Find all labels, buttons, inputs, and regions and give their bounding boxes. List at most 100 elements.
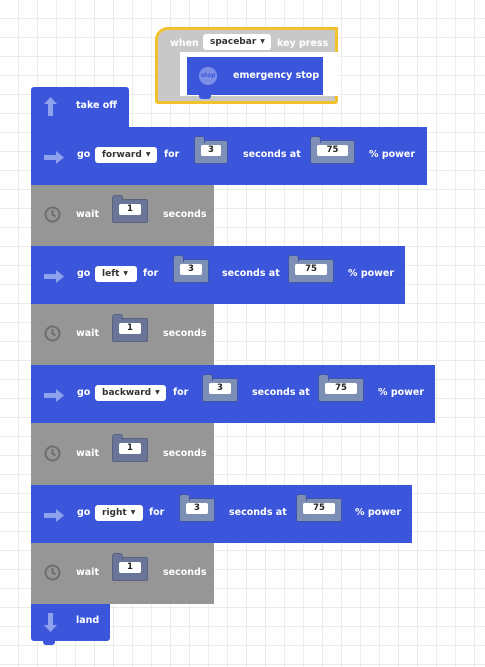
input-tab bbox=[194, 136, 205, 143]
for-label: for bbox=[173, 387, 189, 398]
up-arrow-icon bbox=[44, 97, 57, 120]
duration-input[interactable]: 3 bbox=[194, 136, 228, 164]
wait-duration-input[interactable]: 1 bbox=[112, 553, 148, 581]
key-select-dropdown[interactable]: spacebar ▼ bbox=[203, 34, 271, 50]
for-label: for bbox=[143, 268, 159, 279]
wait-duration-input[interactable]: 1 bbox=[112, 195, 148, 223]
direction-dropdown[interactable]: backward ▼ bbox=[95, 385, 166, 401]
stop-icon-label: stop bbox=[200, 72, 216, 79]
input-tab bbox=[179, 494, 190, 501]
wait-block-2[interactable]: wait 1 seconds bbox=[31, 304, 214, 365]
direction-value: backward bbox=[102, 388, 152, 398]
chevron-down-icon: ▼ bbox=[155, 389, 160, 396]
wait-label: wait bbox=[76, 209, 99, 220]
power-input[interactable]: 75 bbox=[296, 494, 342, 522]
power-value[interactable]: 75 bbox=[317, 145, 348, 156]
duration-input[interactable]: 3 bbox=[202, 374, 238, 402]
wait-duration-input[interactable]: 1 bbox=[112, 314, 148, 342]
go-label: go bbox=[77, 507, 91, 518]
power-label: % power bbox=[378, 387, 425, 398]
seconds-at-label: seconds at bbox=[243, 149, 301, 160]
input-tab bbox=[112, 434, 123, 441]
take-off-block[interactable]: take off bbox=[31, 87, 129, 127]
go-block-2[interactable]: go left ▼ for 3 seconds at 75 % power bbox=[31, 246, 405, 304]
right-arrow-icon bbox=[44, 149, 64, 168]
input-tab bbox=[112, 314, 123, 321]
power-value[interactable]: 75 bbox=[303, 503, 335, 514]
for-label: for bbox=[149, 507, 165, 518]
input-tab bbox=[288, 255, 299, 262]
duration-value[interactable]: 3 bbox=[201, 145, 221, 156]
input-tab bbox=[112, 553, 123, 560]
emergency-stop-label: emergency stop bbox=[233, 70, 320, 81]
duration-input[interactable]: 3 bbox=[173, 255, 209, 283]
duration-value[interactable]: 3 bbox=[209, 383, 231, 394]
input-tab bbox=[296, 494, 307, 501]
go-block-3[interactable]: go backward ▼ for 3 seconds at 75 % power bbox=[31, 365, 435, 423]
duration-input[interactable]: 3 bbox=[179, 494, 215, 522]
power-label: % power bbox=[348, 268, 395, 279]
land-block[interactable]: land bbox=[31, 604, 110, 645]
direction-dropdown[interactable]: left ▼ bbox=[95, 266, 137, 282]
right-arrow-icon bbox=[44, 268, 64, 287]
stop-icon: stop bbox=[199, 67, 217, 85]
power-input[interactable]: 75 bbox=[288, 255, 334, 283]
input-tab bbox=[202, 374, 213, 381]
wait-block-4[interactable]: wait 1 seconds bbox=[31, 543, 214, 604]
wait-duration-value[interactable]: 1 bbox=[119, 204, 141, 215]
power-value[interactable]: 75 bbox=[325, 383, 357, 394]
land-label: land bbox=[76, 615, 100, 626]
block-connector bbox=[199, 95, 211, 99]
for-label: for bbox=[164, 149, 180, 160]
go-label: go bbox=[77, 268, 91, 279]
wait-block-1[interactable]: wait 1 seconds bbox=[31, 185, 214, 246]
clock-icon bbox=[44, 325, 61, 346]
chevron-down-icon: ▼ bbox=[145, 151, 151, 158]
seconds-at-label: seconds at bbox=[222, 268, 280, 279]
seconds-label: seconds bbox=[163, 328, 207, 339]
key-press-label: key press bbox=[277, 38, 329, 49]
direction-value: forward bbox=[102, 150, 142, 160]
input-tab bbox=[310, 136, 321, 143]
go-label: go bbox=[77, 387, 91, 398]
seconds-at-label: seconds at bbox=[229, 507, 287, 518]
emergency-stop-block[interactable]: stop emergency stop bbox=[187, 57, 323, 99]
power-value[interactable]: 75 bbox=[295, 264, 327, 275]
duration-value[interactable]: 3 bbox=[186, 503, 208, 514]
wait-label: wait bbox=[76, 328, 99, 339]
wait-duration-input[interactable]: 1 bbox=[112, 434, 148, 462]
clock-icon bbox=[44, 206, 61, 227]
wait-duration-value[interactable]: 1 bbox=[119, 562, 141, 573]
seconds-label: seconds bbox=[163, 448, 207, 459]
direction-dropdown[interactable]: forward ▼ bbox=[95, 147, 157, 163]
wait-duration-value[interactable]: 1 bbox=[119, 323, 141, 334]
clock-icon bbox=[44, 564, 61, 585]
block-connector bbox=[43, 641, 55, 645]
seconds-label: seconds bbox=[163, 209, 207, 220]
direction-value: left bbox=[102, 269, 120, 279]
key-select-value: spacebar bbox=[210, 37, 257, 47]
wait-label: wait bbox=[76, 448, 99, 459]
wait-block-3[interactable]: wait 1 seconds bbox=[31, 423, 214, 485]
wait-label: wait bbox=[76, 567, 99, 578]
input-tab bbox=[318, 374, 329, 381]
when-label: when bbox=[170, 38, 199, 49]
clock-icon bbox=[44, 445, 61, 466]
when-key-press-event-block[interactable]: when spacebar ▼ key press stop emergency … bbox=[155, 27, 338, 104]
input-tab bbox=[112, 195, 123, 202]
go-block-1[interactable]: go forward ▼ for 3 seconds at 75 % power bbox=[31, 127, 427, 185]
power-input[interactable]: 75 bbox=[310, 136, 355, 164]
chevron-down-icon: ▼ bbox=[260, 38, 265, 45]
duration-value[interactable]: 3 bbox=[180, 264, 202, 275]
chevron-down-icon: ▼ bbox=[130, 509, 136, 516]
input-tab bbox=[173, 255, 184, 262]
direction-dropdown[interactable]: right ▼ bbox=[95, 505, 143, 521]
power-input[interactable]: 75 bbox=[318, 374, 364, 402]
go-block-4[interactable]: go right ▼ for 3 seconds at 75 % power bbox=[31, 485, 412, 543]
direction-value: right bbox=[102, 508, 127, 518]
take-off-label: take off bbox=[76, 100, 117, 111]
go-label: go bbox=[77, 149, 91, 160]
wait-duration-value[interactable]: 1 bbox=[119, 443, 141, 454]
seconds-at-label: seconds at bbox=[252, 387, 310, 398]
right-arrow-icon bbox=[44, 507, 64, 526]
